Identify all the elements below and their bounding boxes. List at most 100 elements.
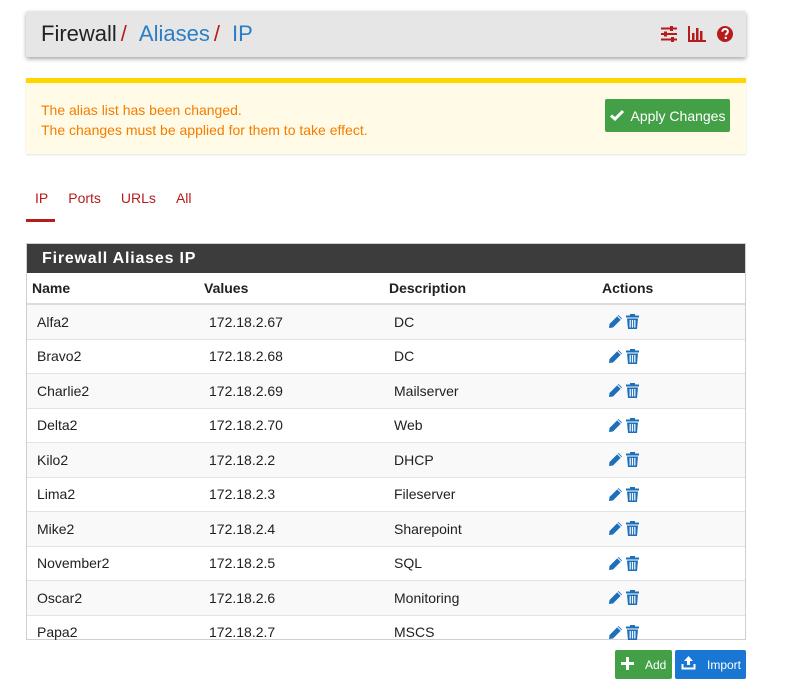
alias-value: 172.18.2.70 [199,407,384,443]
alert-line-1: The alias list has been changed. [41,102,242,118]
import-label: Import [707,657,742,672]
aliases-panel: Firewall Aliases IP Name Values Descript… [26,243,746,649]
alert-line-2: The changes must be applied for them to … [41,122,368,138]
table-row[interactable]: Alfa2 172.18.2.67 DC [27,303,745,339]
alias-actions [597,545,745,581]
alias-description: DC [384,338,597,374]
alias-value: 172.18.2.6 [199,580,384,615]
breadcrumb-aliases[interactable]: Aliases [139,21,210,46]
table-row[interactable]: Oscar2 172.18.2.6 Monitoring [27,580,745,615]
breadcrumb-separator: / [120,21,127,46]
tab-ip[interactable]: IP [26,186,56,222]
pencil-icon[interactable] [608,452,623,467]
help-icon[interactable] [716,25,734,43]
column-header-name[interactable]: Name [27,273,199,305]
alias-actions [597,303,745,339]
alias-value: 172.18.2.67 [199,303,384,339]
alias-description: DHCP [384,442,597,477]
pencil-icon[interactable] [608,418,623,433]
tab-all[interactable]: All [167,186,199,218]
breadcrumb-separator: / [213,21,220,46]
alias-name: Charlie2 [27,373,199,408]
pencil-icon[interactable] [608,349,623,364]
plus-icon [621,656,634,673]
changes-alert: The alias list has been changed. The cha… [26,78,746,154]
trash-icon[interactable] [626,555,639,571]
alias-description: Web [384,407,597,443]
breadcrumb-ip[interactable]: IP [232,21,253,46]
column-header-description[interactable]: Description [384,273,597,305]
add-label: Add [645,657,667,672]
trash-icon[interactable] [626,486,639,502]
alias-name: Kilo2 [27,442,199,477]
apply-changes-label: Apply Changes [630,107,726,124]
trash-icon[interactable] [626,383,639,399]
tab-ports[interactable]: Ports [59,186,108,218]
upload-icon [681,656,696,673]
alias-name: Papa2 [27,614,199,649]
alias-actions [597,580,745,615]
breadcrumb: Firewall / Aliases / IP [41,21,253,47]
breadcrumb-firewall: Firewall [41,21,117,46]
page-header: Firewall / Aliases / IP [26,11,746,57]
alias-value: 172.18.2.4 [199,511,384,546]
alias-name: Oscar2 [27,580,199,615]
pencil-icon[interactable] [608,521,623,536]
trash-icon[interactable] [626,452,639,468]
apply-changes-button[interactable]: Apply Changes [605,99,730,132]
table-row[interactable]: Papa2 172.18.2.7 MSCS [27,614,745,649]
table-row[interactable]: Charlie2 172.18.2.69 Mailserver [27,373,745,408]
pencil-icon[interactable] [608,556,623,571]
alias-type-tabs: IP Ports URLs All [26,186,203,222]
table-row[interactable]: Lima2 172.18.2.3 Fileserver [27,476,745,512]
table-row[interactable]: Mike2 172.18.2.4 Sharepoint [27,511,745,546]
trash-icon[interactable] [626,348,639,364]
alias-name: Delta2 [27,407,199,443]
alias-actions [597,442,745,477]
alias-name: Bravo2 [27,338,199,374]
alias-description: Monitoring [384,580,597,615]
alias-description: Fileserver [384,476,597,512]
alias-actions [597,614,745,649]
alias-value: 172.18.2.7 [199,614,384,649]
pencil-icon[interactable] [608,383,623,398]
table-row[interactable]: November2 172.18.2.5 SQL [27,545,745,581]
alias-name: Mike2 [27,511,199,546]
alias-actions [597,338,745,374]
alias-name: Alfa2 [27,303,199,339]
alias-actions [597,476,745,512]
alias-description: Sharepoint [384,511,597,546]
table-row[interactable]: Kilo2 172.18.2.2 DHCP [27,442,745,477]
pencil-icon[interactable] [608,487,623,502]
alias-description: DC [384,303,597,339]
trash-icon[interactable] [626,624,639,640]
trash-icon[interactable] [626,521,639,537]
pencil-icon[interactable] [608,625,623,640]
table-row[interactable]: Delta2 172.18.2.70 Web [27,407,745,443]
table-row[interactable]: Bravo2 172.18.2.68 DC [27,338,745,374]
panel-title: Firewall Aliases IP [27,244,745,273]
alias-name: Lima2 [27,476,199,512]
tab-urls[interactable]: URLs [112,186,163,218]
sliders-icon[interactable] [660,25,678,43]
alias-description: Mailserver [384,373,597,408]
alias-value: 172.18.2.68 [199,338,384,374]
bar-chart-icon[interactable] [687,25,707,43]
column-header-actions: Actions [597,273,745,305]
alias-value: 172.18.2.69 [199,373,384,408]
pencil-icon[interactable] [608,314,623,329]
add-button[interactable]: Add [615,650,672,679]
alias-actions [597,373,745,408]
column-header-values[interactable]: Values [199,273,384,305]
trash-icon[interactable] [626,590,639,606]
trash-icon[interactable] [626,314,639,330]
trash-icon[interactable] [626,417,639,433]
check-icon [609,108,624,124]
alias-value: 172.18.2.3 [199,476,384,512]
header-icons [660,25,734,43]
pencil-icon[interactable] [608,590,623,605]
alias-value: 172.18.2.2 [199,442,384,477]
alias-description: MSCS [384,614,597,649]
alias-actions [597,407,745,443]
import-button[interactable]: Import [675,650,746,679]
